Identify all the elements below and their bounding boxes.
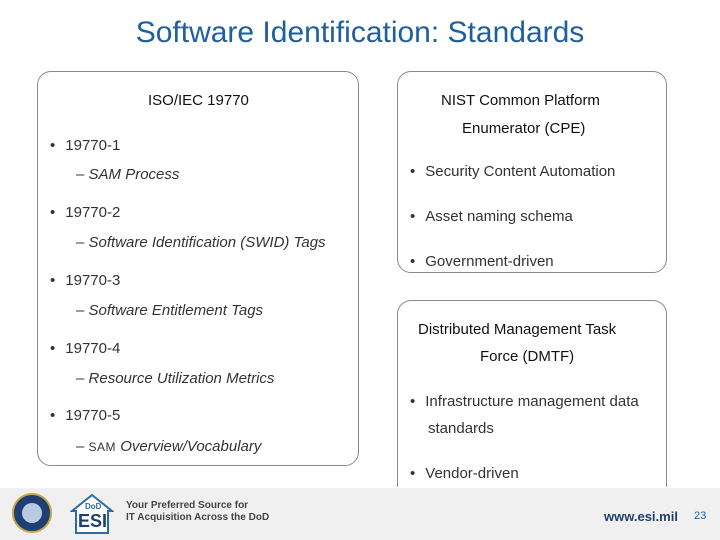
dash-icon: – xyxy=(76,438,85,455)
list-item-label: Vendor-driven xyxy=(425,465,519,482)
footer-url-link[interactable]: www.esi.mil xyxy=(604,509,678,524)
list-subitem-label: Software Entitlement Tags xyxy=(88,302,264,319)
list-subitem-label: SAM Process xyxy=(88,166,180,183)
bullet-icon: • xyxy=(410,465,416,482)
list-subitem-label: Resource Utilization Metrics xyxy=(88,370,275,387)
esi-logo-badge: DoD xyxy=(85,502,102,511)
dmtf-panel-heading-line2: Force (DMTF) xyxy=(480,348,575,365)
list-item: • Government-driven xyxy=(410,253,554,270)
bullet-icon: • xyxy=(50,137,56,154)
bullet-icon: • xyxy=(50,407,56,424)
list-subitem: – Resource Utilization Metrics xyxy=(76,370,274,387)
nist-panel-heading: NIST Common Platform xyxy=(441,92,600,109)
list-item-label: 19770-4 xyxy=(65,340,121,357)
dash-icon: – xyxy=(76,166,85,183)
list-item-label: 19770-2 xyxy=(65,204,121,221)
bullet-icon: • xyxy=(410,208,416,225)
list-subitem-label: Software Identification (SWID) Tags xyxy=(88,234,326,251)
footer-tagline: Your Preferred Source for IT Acquisition… xyxy=(126,500,269,524)
list-subitem: – Software Identification (SWID) Tags xyxy=(76,234,326,251)
list-item-label: 19770-5 xyxy=(65,407,121,424)
list-item-label: Security Content Automation xyxy=(425,163,616,180)
list-subitem: – Software Entitlement Tags xyxy=(76,302,263,319)
list-item: • 19770-1 xyxy=(50,137,120,154)
esi-logo-text: ESI xyxy=(78,511,108,531)
list-item: • 19770-2 xyxy=(50,204,120,221)
bullet-icon: • xyxy=(410,253,416,270)
esi-logo: DoD ESI xyxy=(69,493,115,535)
list-item: • 19770-3 xyxy=(50,272,120,289)
list-subitem: – SAM Overview/Vocabulary xyxy=(76,438,261,455)
page-number: 23 xyxy=(694,510,707,522)
list-item-continuation: standards xyxy=(428,420,494,437)
bullet-icon: • xyxy=(50,204,56,221)
seal-center xyxy=(22,503,42,523)
list-item-label: 19770-3 xyxy=(65,272,121,289)
list-item: • Asset naming schema xyxy=(410,208,573,225)
list-item-label: 19770-1 xyxy=(65,137,121,154)
dash-icon: – xyxy=(76,234,85,251)
nist-panel-heading-line2: Enumerator (CPE) xyxy=(462,120,586,137)
list-item: • Security Content Automation xyxy=(410,163,615,180)
bullet-icon: • xyxy=(410,393,416,410)
list-item: • Vendor-driven xyxy=(410,465,519,482)
bullet-icon: • xyxy=(410,163,416,180)
bullet-icon: • xyxy=(50,272,56,289)
list-item: • 19770-5 xyxy=(50,407,120,424)
bullet-icon: • xyxy=(50,340,56,357)
list-subitem-prefix: SAM xyxy=(88,440,117,454)
list-subitem: – SAM Process xyxy=(76,166,179,183)
dash-icon: – xyxy=(76,370,85,387)
list-item: • 19770-4 xyxy=(50,340,120,357)
tagline-line1: Your Preferred Source for xyxy=(126,500,249,511)
list-subitem-label: Overview/Vocabulary xyxy=(116,438,262,455)
tagline-line2: IT Acquisition Across the DoD xyxy=(126,512,270,523)
iso-panel-heading: ISO/IEC 19770 xyxy=(148,92,249,109)
list-item-label: Infrastructure management data xyxy=(425,393,639,410)
list-item-label: Asset naming schema xyxy=(425,208,573,225)
list-item: • Infrastructure management data xyxy=(410,393,639,410)
dash-icon: – xyxy=(76,302,85,319)
dmtf-panel-heading: Distributed Management Task xyxy=(418,321,617,338)
dod-seal-icon xyxy=(12,493,52,533)
list-item-label: Government-driven xyxy=(425,253,554,270)
slide-title: Software Identification: Standards xyxy=(135,16,585,49)
